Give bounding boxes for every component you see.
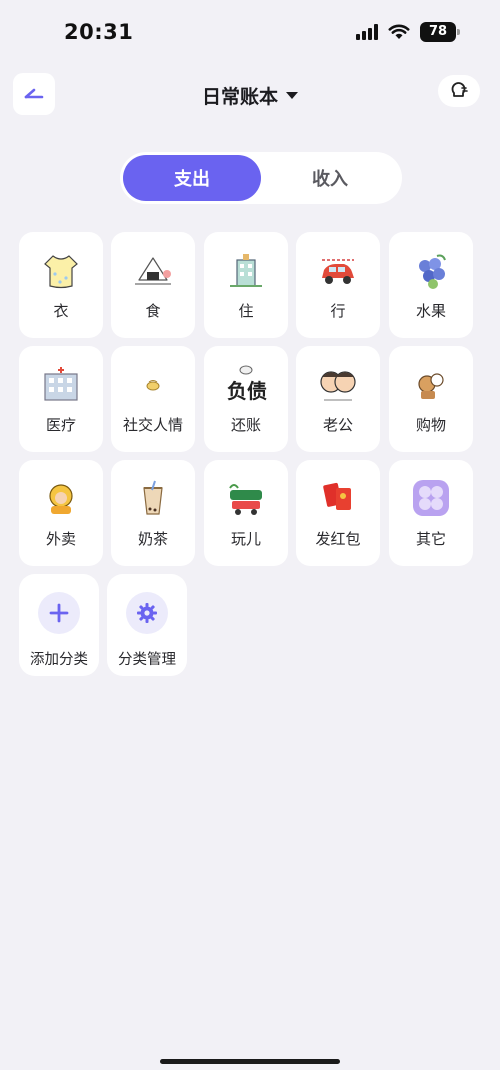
category-label: 老公 [322,416,353,434]
svg-text:负债: 负债 [227,379,267,403]
action-label: 分类管理 [118,652,176,668]
category-label: 衣 [53,302,69,320]
rice-ball-icon [130,250,176,290]
caret-down-icon [286,92,298,99]
category-label: 发红包 [315,530,361,548]
add-category-button[interactable]: 添加分类 [19,574,99,676]
status-bar: 20:31 78 [0,0,500,66]
delivery-icon [38,478,84,518]
category-milk-tea[interactable]: 奶茶 [111,460,195,566]
status-indicators: 78 [356,22,460,42]
grapes-icon [408,250,454,290]
milk-tea-icon [130,478,176,518]
category-clothing[interactable]: 衣 [19,232,103,338]
help-bulb-icon [451,82,468,97]
category-food[interactable]: 食 [111,232,195,338]
couple-icon [315,364,361,404]
category-label: 其它 [415,530,446,548]
debt-icon: 负债 [223,364,269,404]
category-label: 医疗 [45,416,76,434]
category-housing[interactable]: 住 [204,232,288,338]
category-label: 还账 [230,416,261,434]
help-button[interactable] [438,75,480,107]
category-takeout[interactable]: 外卖 [19,460,103,566]
gift-icon [130,364,176,404]
tab-income[interactable]: 收入 [261,155,399,201]
category-play[interactable]: 玩儿 [204,460,288,566]
red-envelope-icon [315,478,361,518]
category-shopping[interactable]: 购物 [389,346,473,452]
category-other[interactable]: 其它 [389,460,473,566]
category-label: 食 [145,302,161,320]
car-icon [315,250,361,290]
action-label: 添加分类 [30,652,88,668]
category-label: 社交人情 [122,416,183,434]
category-husband[interactable]: 老公 [296,346,380,452]
building-icon [223,250,269,290]
category-transport[interactable]: 行 [296,232,380,338]
category-label: 外卖 [45,530,76,548]
category-fruit[interactable]: 水果 [389,232,473,338]
category-label: 奶茶 [137,530,168,548]
category-medical[interactable]: 医疗 [19,346,103,452]
other-icon [408,478,454,518]
category-label: 行 [330,302,346,320]
home-indicator [160,1059,340,1064]
type-segmented-control: 支出 收入 [120,152,402,204]
manage-categories-button[interactable]: 分类管理 [107,574,187,676]
category-label: 玩儿 [230,530,261,548]
shopping-icon [408,364,454,404]
category-social[interactable]: 社交人情 [111,346,195,452]
ledger-selector[interactable]: 日常账本 [0,82,500,109]
signal-icon [356,24,378,40]
status-time: 20:31 [64,20,134,44]
category-label: 购物 [415,416,446,434]
battery-icon: 78 [420,22,460,42]
category-label: 住 [238,302,254,320]
hospital-icon [38,364,84,404]
dress-icon [38,250,84,290]
gear-icon [126,592,168,634]
tab-expense[interactable]: 支出 [123,155,261,201]
category-repay[interactable]: 负债 还账 [204,346,288,452]
category-red-packet[interactable]: 发红包 [296,460,380,566]
wifi-icon [388,24,410,39]
category-label: 水果 [415,302,446,320]
page-title: 日常账本 [201,86,278,108]
plus-icon [38,592,80,634]
vacation-icon [223,478,269,518]
